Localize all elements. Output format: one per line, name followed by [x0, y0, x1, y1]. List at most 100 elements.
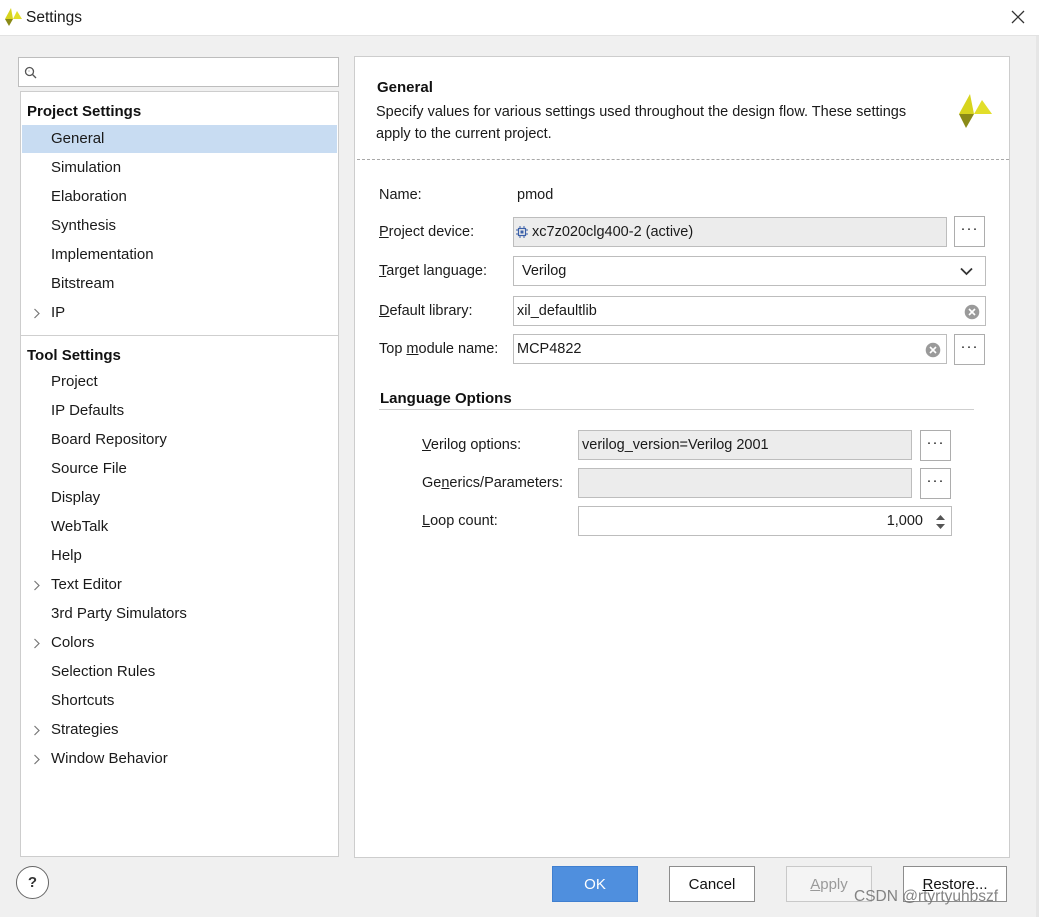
chevron-right-icon[interactable]: [33, 308, 41, 319]
tree-item-display[interactable]: Display: [22, 484, 337, 512]
default-library-label: Default library:: [379, 303, 473, 319]
generics-parameters-label: Generics/Parameters:: [422, 475, 563, 491]
label-text: Ge: [422, 475, 442, 491]
section-tool-settings: Tool Settings: [27, 347, 121, 364]
tree-item-selection-rules[interactable]: Selection Rules: [22, 658, 337, 686]
generics-parameters-browse-button[interactable]: ···: [920, 468, 951, 499]
chevron-right-icon[interactable]: [33, 725, 41, 736]
tree-item-label: Strategies: [51, 721, 119, 738]
label-text: erilog options:: [430, 437, 522, 453]
tree-item-label: IP: [51, 304, 66, 321]
tree-item-label: Board Repository: [51, 431, 167, 448]
label-text: erics/Parameters:: [449, 475, 564, 491]
tree-item-board-repository[interactable]: Board Repository: [22, 426, 337, 454]
tree-item-label: Project: [51, 373, 98, 390]
tree-item-window-behavior[interactable]: Window Behavior: [22, 745, 337, 773]
language-options-heading: Language Options: [380, 390, 512, 407]
tree-item-implementation[interactable]: Implementation: [22, 241, 337, 269]
label-text: roject device:: [388, 224, 475, 240]
chevron-right-icon[interactable]: [33, 580, 41, 591]
panel-description: Specify values for various settings used…: [376, 104, 907, 142]
clear-icon[interactable]: [964, 304, 980, 320]
tree-item-label: Source File: [51, 460, 127, 477]
help-icon: ?: [27, 874, 38, 891]
help-button[interactable]: ?: [16, 866, 49, 899]
chevron-right-icon[interactable]: [33, 638, 41, 649]
accelerator-key: L: [422, 513, 431, 529]
section-project-settings: Project Settings: [27, 103, 142, 120]
tree-item-synthesis[interactable]: Synthesis: [22, 212, 337, 240]
verilog-options-value: verilog_version=Verilog 2001: [582, 437, 769, 453]
settings-tree: Project Settings General Simulation Elab…: [20, 91, 339, 857]
clear-icon[interactable]: [925, 342, 941, 358]
ellipsis-icon: ···: [926, 472, 945, 489]
tree-item-label: General: [51, 130, 105, 147]
tree-item-help[interactable]: Help: [22, 542, 337, 570]
tree-item-elaboration[interactable]: Elaboration: [22, 183, 337, 211]
spinner-arrows-icon[interactable]: [935, 512, 946, 532]
tree-item-ip[interactable]: IP: [22, 299, 337, 327]
ok-button[interactable]: OK: [552, 866, 638, 902]
default-library-input[interactable]: xil_defaultlib: [513, 296, 986, 326]
tree-item-label: 3rd Party Simulators: [51, 605, 187, 622]
close-icon: [1011, 10, 1025, 24]
tree-item-label: Help: [51, 547, 82, 564]
ellipsis-icon: ···: [960, 338, 979, 355]
project-device-label: Project device:: [379, 224, 474, 240]
tree-item-label: Window Behavior: [51, 750, 168, 767]
vivado-logo-icon: [959, 94, 992, 128]
tree-item-project[interactable]: Project: [22, 368, 337, 396]
project-device-browse-button[interactable]: ···: [954, 216, 985, 247]
tree-item-label: Selection Rules: [51, 663, 156, 680]
search-input[interactable]: [41, 60, 335, 84]
search-icon: [24, 66, 37, 79]
loop-count-label: Loop count:: [422, 513, 498, 529]
tree-item-label: WebTalk: [51, 518, 109, 535]
tree-item-bitstream[interactable]: Bitstream: [22, 270, 337, 298]
tree-item-label: Simulation: [51, 159, 122, 176]
watermark: CSDN @rtyrtyuhbszf: [854, 888, 999, 905]
project-device-field[interactable]: xc7z020clg400-2 (active): [513, 217, 947, 247]
chevron-right-icon[interactable]: [33, 754, 41, 765]
tree-item-text-editor[interactable]: Text Editor: [22, 571, 337, 599]
tree-item-label: Implementation: [51, 246, 154, 263]
tree-item-strategies[interactable]: Strategies: [22, 716, 337, 744]
generics-parameters-field[interactable]: [578, 468, 912, 498]
target-language-label: Target language:: [379, 263, 487, 279]
tree-item-general[interactable]: General: [22, 125, 337, 153]
top-module-name-input[interactable]: MCP4822: [513, 334, 947, 364]
cancel-button[interactable]: Cancel: [669, 866, 755, 902]
verilog-options-browse-button[interactable]: ···: [920, 430, 951, 461]
tree-item-colors[interactable]: Colors: [22, 629, 337, 657]
project-device-value: xc7z020clg400-2 (active): [532, 224, 694, 240]
tree-item-label: Bitstream: [51, 275, 115, 292]
window-title: Settings: [26, 9, 83, 26]
tree-item-source-file[interactable]: Source File: [22, 455, 337, 483]
tree-item-simulation[interactable]: Simulation: [22, 154, 337, 182]
top-module-name-label: Top module name:: [379, 341, 498, 357]
tree-item-shortcuts[interactable]: Shortcuts: [22, 687, 337, 715]
tree-item-3rd-party-simulators[interactable]: 3rd Party Simulators: [22, 600, 337, 628]
label-text: odule name:: [418, 341, 499, 357]
tree-item-label: Display: [51, 489, 101, 506]
loop-count-spinner[interactable]: 1,000: [578, 506, 952, 536]
verilog-options-field[interactable]: verilog_version=Verilog 2001: [578, 430, 912, 460]
tree-item-label: IP Defaults: [51, 402, 125, 419]
accelerator-key: P: [379, 224, 389, 240]
accelerator-key: m: [406, 341, 419, 357]
vivado-logo-icon: [5, 8, 22, 26]
header-divider: [357, 159, 1009, 160]
default-library-value: xil_defaultlib: [517, 303, 597, 319]
search-box[interactable]: [18, 57, 339, 87]
target-language-value: Verilog: [522, 263, 567, 279]
tree-item-webtalk[interactable]: WebTalk: [22, 513, 337, 541]
accelerator-key: D: [379, 303, 390, 319]
tree-item-ip-defaults[interactable]: IP Defaults: [22, 397, 337, 425]
target-language-select[interactable]: Verilog: [513, 256, 986, 286]
top-module-browse-button[interactable]: ···: [954, 334, 985, 365]
label-text: efault library:: [389, 303, 473, 319]
tree-item-label: Synthesis: [51, 217, 117, 234]
ellipsis-icon: ···: [926, 434, 945, 451]
panel-title: General: [377, 79, 433, 96]
close-button[interactable]: [1000, 0, 1036, 34]
